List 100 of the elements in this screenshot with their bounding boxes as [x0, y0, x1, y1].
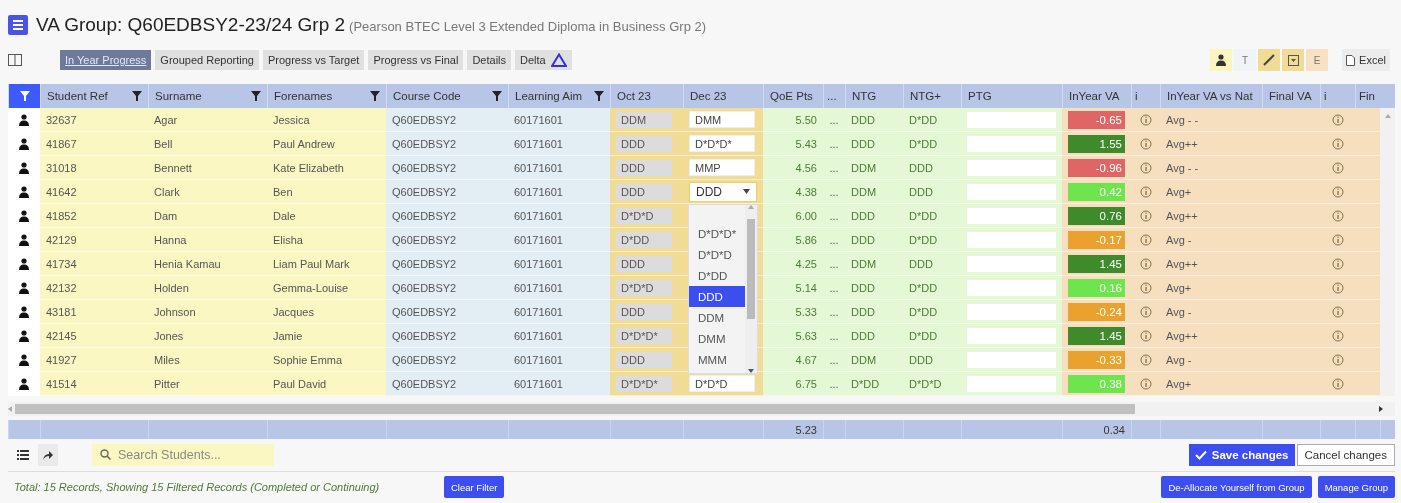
- more-button[interactable]: ...: [829, 257, 839, 270]
- info-icon[interactable]: [1331, 209, 1344, 222]
- info-icon[interactable]: [1139, 209, 1152, 222]
- column-group-button[interactable]: [1282, 49, 1305, 71]
- column-header[interactable]: Dec 23: [683, 84, 763, 108]
- info-icon[interactable]: [1139, 161, 1152, 174]
- person-icon[interactable]: [19, 281, 29, 294]
- more-button[interactable]: ...: [829, 233, 839, 246]
- dropdown-option[interactable]: D*D*D: [689, 244, 745, 265]
- dropdown-option[interactable]: MMM: [689, 349, 745, 370]
- info-icon[interactable]: [1139, 233, 1152, 246]
- column-header[interactable]: Surname: [148, 84, 267, 108]
- info-icon[interactable]: [1139, 329, 1152, 342]
- column-header[interactable]: i: [1320, 84, 1355, 108]
- excel-button[interactable]: Excel: [1342, 49, 1390, 71]
- person-icon[interactable]: [19, 185, 29, 198]
- grade-input[interactable]: MMP: [689, 159, 755, 176]
- manage-group-button[interactable]: Manage Group: [1317, 476, 1395, 498]
- filter-icon[interactable]: [492, 91, 502, 101]
- column-header[interactable]: Course Code: [386, 84, 508, 108]
- person-icon[interactable]: [19, 137, 29, 150]
- filter-icon[interactable]: [19, 91, 30, 101]
- person-icon[interactable]: [19, 329, 29, 342]
- deallocate-button[interactable]: De-Allocate Yourself from Group: [1161, 476, 1312, 498]
- share-button[interactable]: [38, 444, 58, 466]
- info-icon[interactable]: [1139, 305, 1152, 318]
- column-header[interactable]: InYear VA: [1062, 84, 1131, 108]
- search-field[interactable]: Search Students...: [92, 444, 274, 466]
- person-icon[interactable]: [19, 161, 29, 174]
- person-icon[interactable]: [19, 113, 29, 126]
- info-icon[interactable]: [1331, 257, 1344, 270]
- ptg-input[interactable]: [967, 231, 1056, 248]
- more-button[interactable]: ...: [829, 281, 839, 294]
- tab[interactable]: In Year Progress: [60, 50, 152, 70]
- filter-icon[interactable]: [594, 91, 604, 101]
- filter-icon[interactable]: [132, 91, 142, 101]
- ptg-input[interactable]: [967, 111, 1056, 128]
- grade-input[interactable]: D*D*D: [689, 375, 755, 392]
- scrollbar[interactable]: [745, 205, 757, 373]
- dropdown-option[interactable]: DDD: [689, 286, 745, 307]
- more-button[interactable]: ...: [829, 185, 839, 198]
- tab[interactable]: Progress vs Final: [368, 50, 464, 70]
- column-header[interactable]: NTG+: [903, 84, 961, 108]
- info-icon[interactable]: [1331, 281, 1344, 294]
- info-icon[interactable]: [1139, 137, 1152, 150]
- column-header[interactable]: i: [1131, 84, 1160, 108]
- dropdown-option[interactable]: DMM: [689, 328, 745, 349]
- filter-icon[interactable]: [370, 91, 380, 101]
- grade-input[interactable]: D*D*D*: [689, 135, 755, 152]
- column-header[interactable]: Oct 23: [610, 84, 683, 108]
- info-icon[interactable]: [1331, 185, 1344, 198]
- more-button[interactable]: ...: [829, 329, 839, 342]
- filter-icon[interactable]: [251, 91, 261, 101]
- column-header[interactable]: Learning Aim: [508, 84, 610, 108]
- ptg-input[interactable]: [967, 279, 1056, 296]
- person-icon[interactable]: [19, 233, 29, 246]
- tab[interactable]: Delta: [515, 50, 572, 70]
- column-header[interactable]: Fin: [1355, 84, 1380, 108]
- info-icon[interactable]: [1139, 185, 1152, 198]
- vertical-scrollbar[interactable]: [1380, 108, 1395, 396]
- column-header[interactable]: Forenames: [267, 84, 386, 108]
- menu-icon[interactable]: [8, 15, 28, 35]
- columns-icon[interactable]: [8, 54, 22, 66]
- dropdown-option[interactable]: D*DD: [689, 265, 745, 286]
- info-icon[interactable]: [1139, 377, 1152, 390]
- column-header[interactable]: PTG: [961, 84, 1062, 108]
- person-icon[interactable]: [19, 353, 29, 366]
- info-icon[interactable]: [1139, 257, 1152, 270]
- column-group-button[interactable]: T: [1234, 49, 1257, 71]
- more-button[interactable]: ...: [829, 353, 839, 366]
- info-icon[interactable]: [1331, 233, 1344, 246]
- column-header[interactable]: ...: [823, 84, 845, 108]
- info-icon[interactable]: [1139, 113, 1152, 126]
- tab[interactable]: Grouped Reporting: [155, 50, 259, 70]
- column-group-button[interactable]: [1210, 49, 1233, 71]
- cancel-button[interactable]: Cancel changes: [1296, 444, 1395, 466]
- info-icon[interactable]: [1331, 329, 1344, 342]
- save-button[interactable]: Save changes: [1188, 444, 1295, 466]
- info-icon[interactable]: [1331, 377, 1344, 390]
- ptg-input[interactable]: [967, 207, 1056, 224]
- grade-select[interactable]: DDD: [689, 181, 757, 202]
- tab[interactable]: Details: [467, 50, 512, 70]
- column-group-button[interactable]: [1258, 49, 1281, 71]
- ptg-input[interactable]: [967, 375, 1056, 392]
- ptg-input[interactable]: [967, 351, 1056, 368]
- info-icon[interactable]: [1331, 137, 1344, 150]
- more-button[interactable]: ...: [829, 161, 839, 174]
- info-icon[interactable]: [1331, 353, 1344, 366]
- info-icon[interactable]: [1139, 353, 1152, 366]
- more-button[interactable]: ...: [829, 113, 839, 126]
- column-header[interactable]: QoE Pts: [763, 84, 823, 108]
- column-header[interactable]: Final VA: [1262, 84, 1320, 108]
- filter-button[interactable]: [8, 84, 40, 108]
- info-icon[interactable]: [1331, 161, 1344, 174]
- person-icon[interactable]: [19, 209, 29, 222]
- ptg-input[interactable]: [967, 135, 1056, 152]
- column-group-button[interactable]: E: [1306, 49, 1329, 71]
- ptg-input[interactable]: [967, 183, 1056, 200]
- ptg-input[interactable]: [967, 327, 1056, 344]
- column-header[interactable]: NTG: [845, 84, 903, 108]
